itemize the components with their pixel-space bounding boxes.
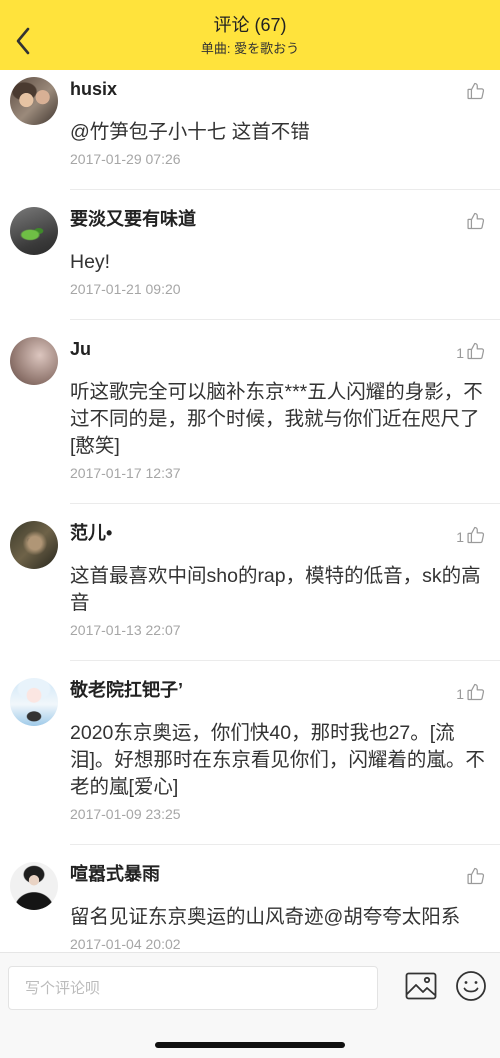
comment-time: 2017-01-04 20:02: [70, 936, 181, 952]
emoji-icon: [456, 971, 486, 1001]
comment-text: Hey!: [70, 251, 111, 273]
image-button[interactable]: [405, 972, 437, 1000]
comment-username[interactable]: 要淡又要有味道: [70, 207, 430, 231]
comment-time: 2017-01-09 23:25: [70, 806, 181, 822]
image-icon: [405, 972, 437, 1000]
comment-item: 范儿• 1 这首最喜欢中间sho的rap，模特的低音，sk的高音 2017-01…: [0, 504, 500, 661]
comment-text: @竹笋包子小十七 这首不错: [70, 121, 310, 143]
thumbs-up-icon: [467, 526, 485, 544]
comment-time: 2017-01-21 09:20: [70, 281, 181, 297]
comment-item: 要淡又要有味道 Hey! 2017-01-21 09:20: [0, 190, 500, 320]
comment-username[interactable]: 范儿•: [70, 521, 430, 545]
header-bar: 评论 (67) 单曲: 愛を歌おう: [0, 0, 500, 70]
avatar[interactable]: [10, 207, 58, 255]
avatar[interactable]: [10, 862, 58, 910]
comment-input[interactable]: [8, 966, 378, 1010]
comment-username[interactable]: husix: [70, 77, 430, 101]
like-count: 1: [456, 529, 464, 545]
home-indicator: [155, 1042, 345, 1048]
comment-item: Ju 1 听这歌完全可以脑补东京***五人闪耀的身影，不过不同的是，那个时候，我…: [0, 320, 500, 504]
like-button[interactable]: [464, 81, 486, 101]
like-count: 1: [456, 686, 464, 702]
like-button[interactable]: [464, 211, 486, 231]
back-button[interactable]: [8, 21, 38, 61]
avatar[interactable]: [10, 77, 58, 125]
avatar[interactable]: [10, 337, 58, 385]
like-button[interactable]: 1: [456, 525, 486, 545]
emoji-button[interactable]: [455, 970, 487, 1002]
like-button[interactable]: 1: [456, 341, 486, 361]
thumbs-up-icon: [467, 342, 485, 360]
comment-item: 敬老院扛钯子’ 1 2020东京奥运，你们快40，那时我也27。[流泪]。好想那…: [0, 661, 500, 845]
thumbs-up-icon: [467, 212, 485, 230]
avatar[interactable]: [10, 678, 58, 726]
comment-composer-bar: [0, 952, 500, 1058]
comment-text: 这首最喜欢中间sho的rap，模特的低音，sk的高音: [70, 565, 481, 614]
song-subtitle: 单曲: 愛を歌おう: [200, 41, 300, 56]
avatar[interactable]: [10, 521, 58, 569]
comment-list[interactable]: husix @竹笋包子小十七 这首不错 2017-01-29 07:26 要淡又…: [0, 60, 500, 952]
comment-text: 留名见证东京奥运的山风奇迹@胡夸夸太阳系: [70, 906, 461, 928]
like-count: 1: [456, 345, 464, 361]
comment-username[interactable]: 喧嚣式暴雨: [70, 862, 430, 886]
like-button[interactable]: [464, 866, 486, 886]
like-button[interactable]: 1: [456, 682, 486, 702]
thumbs-up-icon: [467, 683, 485, 701]
chevron-left-icon: [16, 27, 30, 55]
page-title: 评论 (67): [213, 15, 287, 35]
comment-time: 2017-01-13 22:07: [70, 622, 181, 638]
comment-item: 喧嚣式暴雨 留名见证东京奥运的山风奇迹@胡夸夸太阳系 2017-01-04 20…: [0, 845, 500, 952]
comment-time: 2017-01-17 12:37: [70, 465, 181, 481]
comment-time: 2017-01-29 07:26: [70, 151, 181, 167]
comment-item: husix @竹笋包子小十七 这首不错 2017-01-29 07:26: [0, 60, 500, 190]
comment-username[interactable]: 敬老院扛钯子’: [70, 678, 430, 702]
thumbs-up-icon: [467, 867, 485, 885]
thumbs-up-icon: [467, 82, 485, 100]
comment-username[interactable]: Ju: [70, 337, 430, 361]
comment-text: 2020东京奥运，你们快40，那时我也27。[流泪]。好想那时在东京看见你们，闪…: [70, 722, 485, 798]
comment-text: 听这歌完全可以脑补东京***五人闪耀的身影，不过不同的是，那个时候，我就与你们近…: [70, 381, 483, 457]
